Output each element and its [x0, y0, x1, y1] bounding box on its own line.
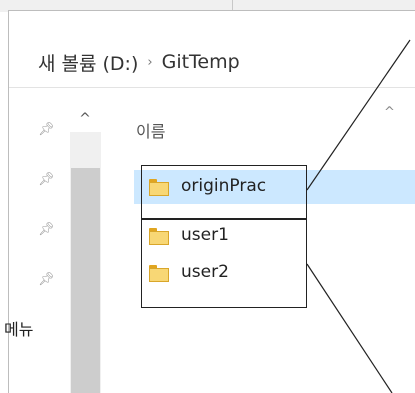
- pin-icon[interactable]: 📌︎: [38, 222, 55, 238]
- column-header-name[interactable]: 이름: [136, 118, 165, 142]
- breadcrumb-chevron-icon[interactable]: ›: [147, 55, 152, 70]
- sort-up-icon[interactable]: ^: [384, 105, 395, 120]
- annotation-box-users: [141, 219, 307, 308]
- breadcrumb-drive[interactable]: 새 볼륨 (D:): [38, 49, 138, 76]
- scroll-up-chevron-icon[interactable]: ^: [72, 107, 98, 131]
- breadcrumb: 새 볼륨 (D:) › GitTemp: [38, 49, 240, 76]
- sidebar-item-label[interactable]: 메뉴: [4, 316, 33, 340]
- scrollbar-thumb[interactable]: [71, 168, 100, 393]
- breadcrumb-folder[interactable]: GitTemp: [162, 51, 240, 73]
- pin-icon[interactable]: 📌︎: [38, 172, 55, 188]
- pin-icon[interactable]: 📌︎: [38, 272, 55, 288]
- annotation-box-origin: [141, 165, 307, 219]
- pin-icon[interactable]: 📌︎: [38, 122, 55, 138]
- column-divider: [232, 0, 233, 10]
